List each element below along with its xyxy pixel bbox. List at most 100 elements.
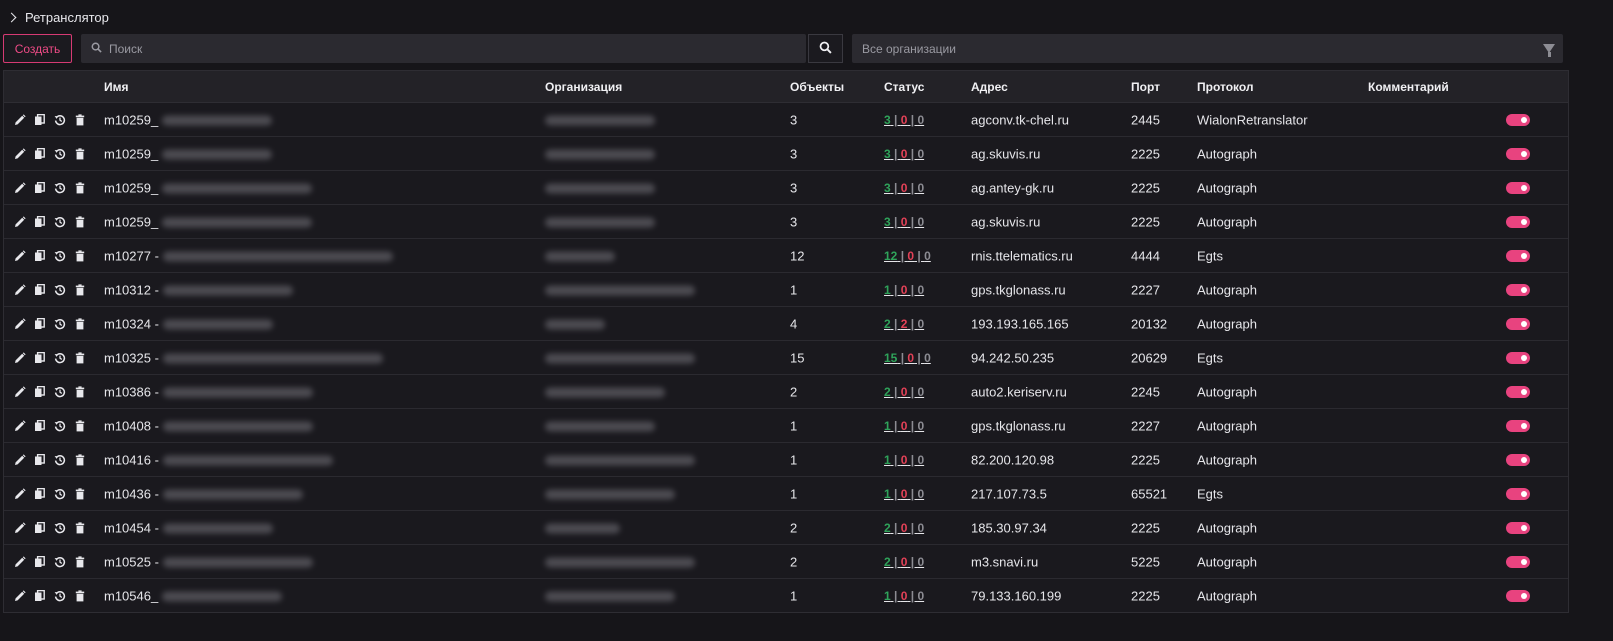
search-input[interactable] [107,40,806,57]
enabled-toggle[interactable] [1506,113,1530,126]
edit-icon[interactable] [14,113,26,126]
toggle-switch[interactable] [1506,283,1530,296]
toggle-switch[interactable] [1506,589,1530,602]
organization-select[interactable]: Все организации [852,34,1563,63]
edit-icon[interactable] [14,487,26,500]
enabled-toggle[interactable] [1506,283,1530,296]
copy-icon[interactable] [34,385,46,398]
status-link[interactable]: 2 | 2 | 0 [884,317,924,331]
enabled-toggle[interactable] [1506,487,1530,500]
delete-icon[interactable] [74,487,86,500]
table-row[interactable]: m10312 - 1 1 | 0 | 0 gps.tkglonass.ru 22… [4,273,1568,307]
history-icon[interactable] [54,420,66,432]
toggle-switch[interactable] [1506,419,1530,432]
delete-icon[interactable] [74,317,86,330]
delete-icon[interactable] [74,555,86,568]
copy-icon[interactable] [34,249,46,262]
delete-icon[interactable] [74,215,86,228]
toggle-switch[interactable] [1506,181,1530,194]
toggle-switch[interactable] [1506,351,1530,364]
copy-icon[interactable] [34,521,46,534]
delete-icon[interactable] [74,249,86,262]
copy-icon[interactable] [34,147,46,160]
create-button[interactable]: Создать [3,34,72,63]
status-link[interactable]: 12 | 0 | 0 [884,249,931,263]
chevron-right-icon[interactable] [6,12,17,22]
enabled-toggle[interactable] [1506,453,1530,466]
status-link[interactable]: 1 | 0 | 0 [884,453,924,467]
toggle-switch[interactable] [1506,317,1530,330]
history-icon[interactable] [54,182,66,194]
status-link[interactable]: 1 | 0 | 0 [884,419,924,433]
table-row[interactable]: m10525 - 2 2 | 0 | 0 m3.snavi.ru 5225 Au… [4,545,1568,579]
copy-icon[interactable] [34,487,46,500]
copy-icon[interactable] [34,351,46,364]
table-row[interactable]: m10454 - 2 2 | 0 | 0 185.30.97.34 2225 A… [4,511,1568,545]
table-row[interactable]: m10408 - 1 1 | 0 | 0 gps.tkglonass.ru 22… [4,409,1568,443]
history-icon[interactable] [54,386,66,398]
search-button[interactable] [808,34,843,63]
enabled-toggle[interactable] [1506,215,1530,228]
toggle-switch[interactable] [1506,215,1530,228]
delete-icon[interactable] [74,419,86,432]
copy-icon[interactable] [34,113,46,126]
header-port[interactable]: Порт [1131,80,1160,94]
edit-icon[interactable] [14,453,26,466]
enabled-toggle[interactable] [1506,181,1530,194]
edit-icon[interactable] [14,419,26,432]
edit-icon[interactable] [14,589,26,602]
table-row[interactable]: m10277 - 12 12 | 0 | 0 rnis.ttelematics.… [4,239,1568,273]
enabled-toggle[interactable] [1506,385,1530,398]
header-protocol[interactable]: Протокол [1197,80,1254,94]
table-row[interactable]: m10259_ 3 3 | 0 | 0 agconv.tk-chel.ru 24… [4,103,1568,137]
table-row[interactable]: m10386 - 2 2 | 0 | 0 auto2.keriserv.ru 2… [4,375,1568,409]
status-link[interactable]: 3 | 0 | 0 [884,181,924,195]
copy-icon[interactable] [34,181,46,194]
status-link[interactable]: 15 | 0 | 0 [884,351,931,365]
toggle-switch[interactable] [1506,113,1530,126]
history-icon[interactable] [54,114,66,126]
table-row[interactable]: m10324 - 4 2 | 2 | 0 193.193.165.165 201… [4,307,1568,341]
enabled-toggle[interactable] [1506,351,1530,364]
copy-icon[interactable] [34,589,46,602]
copy-icon[interactable] [34,215,46,228]
enabled-toggle[interactable] [1506,317,1530,330]
header-objects[interactable]: Объекты [790,80,844,94]
edit-icon[interactable] [14,385,26,398]
toggle-switch[interactable] [1506,453,1530,466]
toggle-switch[interactable] [1506,521,1530,534]
table-row[interactable]: m10546_ 1 1 | 0 | 0 79.133.160.199 2225 … [4,579,1568,612]
enabled-toggle[interactable] [1506,589,1530,602]
toggle-switch[interactable] [1506,147,1530,160]
edit-icon[interactable] [14,147,26,160]
edit-icon[interactable] [14,351,26,364]
toggle-switch[interactable] [1506,487,1530,500]
table-row[interactable]: m10325 - 15 15 | 0 | 0 94.242.50.235 206… [4,341,1568,375]
header-org[interactable]: Организация [545,80,622,94]
edit-icon[interactable] [14,317,26,330]
history-icon[interactable] [54,590,66,602]
delete-icon[interactable] [74,385,86,398]
copy-icon[interactable] [34,555,46,568]
delete-icon[interactable] [74,113,86,126]
toggle-switch[interactable] [1506,555,1530,568]
breadcrumb[interactable]: Ретранслятор [6,9,109,25]
header-address[interactable]: Адрес [971,80,1008,94]
status-link[interactable]: 2 | 0 | 0 [884,521,924,535]
enabled-toggle[interactable] [1506,249,1530,262]
status-link[interactable]: 3 | 0 | 0 [884,215,924,229]
toggle-switch[interactable] [1506,249,1530,262]
delete-icon[interactable] [74,147,86,160]
history-icon[interactable] [54,352,66,364]
enabled-toggle[interactable] [1506,419,1530,432]
status-link[interactable]: 1 | 0 | 0 [884,589,924,603]
history-icon[interactable] [54,522,66,534]
toggle-switch[interactable] [1506,385,1530,398]
edit-icon[interactable] [14,521,26,534]
table-row[interactable]: m10259_ 3 3 | 0 | 0 ag.skuvis.ru 2225 Au… [4,137,1568,171]
status-link[interactable]: 1 | 0 | 0 [884,283,924,297]
delete-icon[interactable] [74,589,86,602]
history-icon[interactable] [54,148,66,160]
delete-icon[interactable] [74,521,86,534]
copy-icon[interactable] [34,419,46,432]
